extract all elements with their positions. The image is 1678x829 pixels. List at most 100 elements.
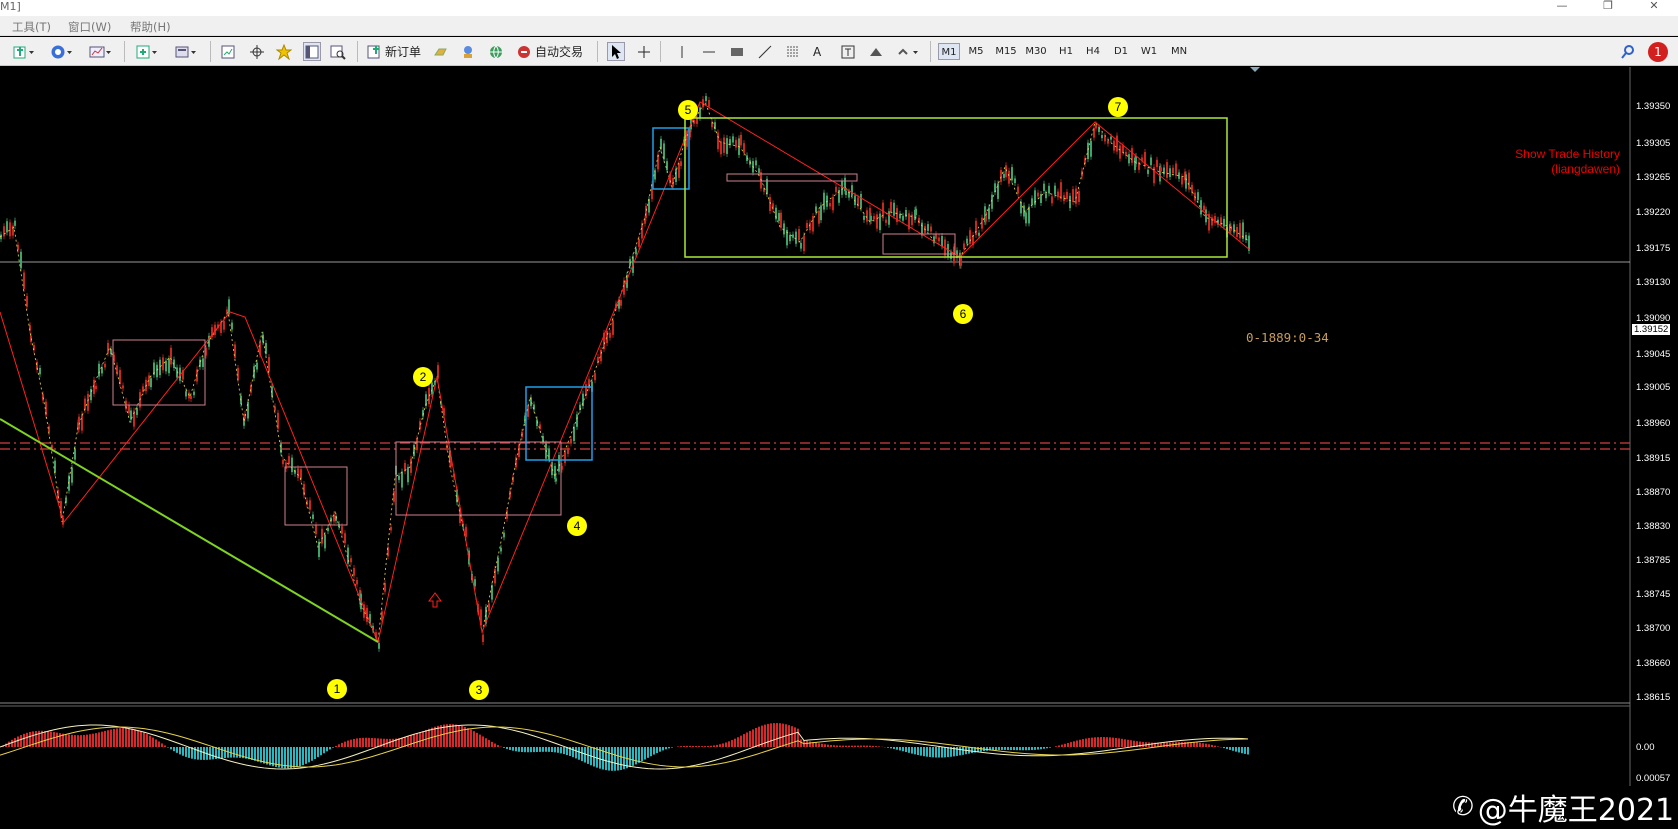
terminal-button[interactable]: [303, 42, 321, 61]
timeframe-m30[interactable]: M30: [1023, 43, 1049, 60]
timeframe-m15[interactable]: M15: [993, 43, 1019, 60]
oscillator-bar: [695, 746, 697, 747]
timeframe-w1[interactable]: W1: [1138, 43, 1160, 60]
new-order-button[interactable]: 新订单: [366, 42, 421, 61]
candle-body: [941, 236, 943, 246]
market-button[interactable]: [488, 42, 504, 61]
oscillator-bar: [119, 728, 121, 747]
timeframe-d1[interactable]: D1: [1110, 43, 1132, 60]
oscillator-bar: [632, 747, 634, 766]
timeframe-h1[interactable]: H1: [1055, 43, 1077, 60]
menu-help[interactable]: 帮助(H): [130, 19, 171, 35]
oscillator-bar: [263, 747, 265, 764]
fibonacci-button[interactable]: [785, 42, 801, 61]
oscillator-bar: [266, 747, 268, 764]
oscillator-bar: [998, 747, 1000, 750]
oscillator-bar: [200, 747, 202, 760]
new-order-label: 新订单: [385, 43, 421, 60]
auto-trading-button[interactable]: 自动交易: [516, 42, 583, 61]
crosshair-button[interactable]: [249, 42, 265, 61]
timeframe-mn[interactable]: MN: [1167, 43, 1191, 60]
market-watch-button[interactable]: [135, 42, 158, 61]
arrows-button[interactable]: [896, 42, 919, 61]
candle-body: [1072, 189, 1074, 202]
oscillator-bar: [653, 747, 655, 755]
signals-button[interactable]: [460, 42, 476, 61]
candle-body: [1113, 141, 1115, 151]
oscillator-bar: [728, 741, 730, 747]
menu-window[interactable]: 窗口(W): [68, 19, 111, 35]
timeframe-m5[interactable]: M5: [965, 43, 987, 60]
oscillator-bar: [518, 747, 520, 752]
cursor-tool-button[interactable]: [607, 42, 625, 61]
text-label-button[interactable]: [840, 42, 856, 61]
oscillator-bar: [1004, 747, 1006, 750]
oscillator-bar: [911, 747, 913, 754]
horizontal-line-button[interactable]: [701, 42, 717, 61]
candle-body: [413, 445, 415, 456]
text-tool-button[interactable]: A: [813, 42, 821, 61]
oscillator-bar: [473, 731, 475, 747]
candle-body: [297, 468, 299, 478]
chart-template-button[interactable]: [89, 42, 112, 61]
trend-line-button[interactable]: [757, 42, 773, 61]
candle-body: [576, 414, 578, 426]
wave-marker-7: 7: [1108, 97, 1128, 117]
oscillator-bar: [851, 746, 853, 747]
oscillator-bar: [752, 729, 754, 747]
oscillator-bar: [416, 733, 418, 747]
restore-button[interactable]: ❐: [1594, 0, 1622, 13]
oscillator-bar: [1130, 740, 1132, 747]
oscillator-bar: [254, 747, 256, 761]
timeframe-h4[interactable]: H4: [1082, 43, 1104, 60]
oscillator-bar: [905, 747, 907, 752]
minimize-button[interactable]: —: [1548, 0, 1576, 13]
oscillator-bar: [1208, 744, 1210, 747]
close-button[interactable]: ✕: [1640, 0, 1668, 13]
candle-body: [288, 456, 290, 464]
oscillator-bar: [374, 738, 376, 747]
menu-tools[interactable]: 工具(T): [12, 19, 51, 35]
oscillator-bar: [827, 745, 829, 747]
one-click-trading-button[interactable]: [433, 42, 449, 61]
candle-body: [1020, 202, 1022, 214]
oscillator-bar: [1082, 739, 1084, 747]
candle-body: [71, 468, 73, 483]
favorites-button[interactable]: [276, 42, 292, 61]
candle-body: [474, 579, 476, 586]
crosshair-tool-button[interactable]: [636, 42, 652, 61]
candle-body: [350, 558, 352, 562]
watermark: ✆ @牛魔王2021: [1452, 785, 1674, 829]
candle-body: [609, 333, 611, 338]
candle-body: [600, 350, 602, 361]
oscillator-bar: [1010, 747, 1012, 750]
timeframe-m1[interactable]: M1: [938, 43, 960, 60]
toolbar: 新订单 自动交易 A M1 M5 M15M30 H1 H4 D1 W1 MN 1: [0, 37, 1678, 66]
candle-body: [518, 444, 520, 457]
new-chart-button[interactable]: [12, 42, 35, 61]
profiles-button[interactable]: [50, 42, 73, 61]
strategy-tester-button[interactable]: [330, 42, 346, 61]
oscillator-bar: [530, 747, 532, 752]
candle-body: [17, 245, 19, 250]
oscillator-bar: [929, 747, 931, 757]
candle-body: [717, 132, 719, 149]
search-button[interactable]: [1620, 42, 1636, 61]
oscillator-bar: [638, 747, 640, 763]
rectangle-tool-button[interactable]: [729, 42, 745, 61]
price-chart[interactable]: 1.393501.393051.392651.392201.391751.391…: [0, 67, 1678, 786]
oscillator-bar: [818, 743, 820, 747]
crosshair-icon: [249, 44, 265, 60]
oscillator-bar: [188, 747, 190, 758]
oscillator-bar: [1001, 747, 1003, 750]
oscillator-bar: [212, 747, 214, 759]
oscillator-bar: [455, 725, 457, 747]
notification-badge[interactable]: 1: [1648, 42, 1668, 62]
arrow-up-button[interactable]: [868, 42, 884, 61]
candle-body: [564, 451, 566, 463]
navigator-button[interactable]: [220, 42, 236, 61]
vertical-line-button[interactable]: [674, 42, 690, 61]
oscillator-bar: [854, 746, 856, 747]
oscillator-bar: [134, 729, 136, 747]
data-window-button[interactable]: [174, 42, 197, 61]
